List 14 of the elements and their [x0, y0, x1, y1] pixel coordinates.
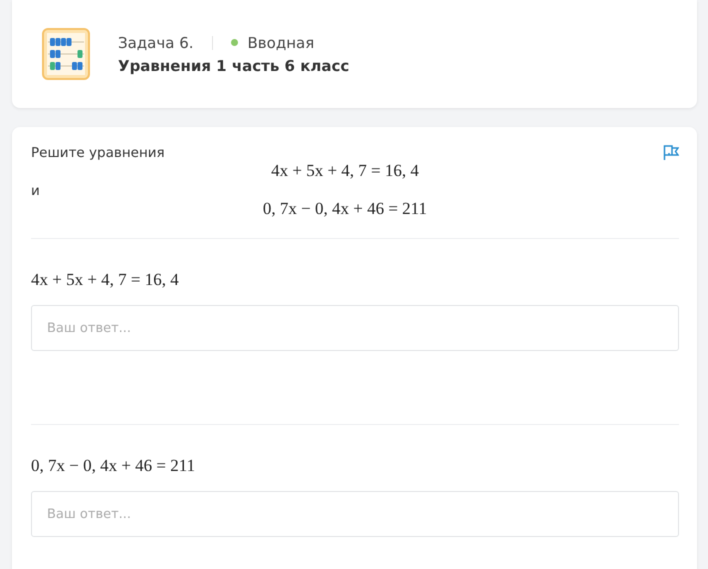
status-dot: [230, 39, 238, 46]
difficulty-level: Вводная: [248, 34, 314, 52]
task-title: Уравнения 1 часть 6 класс: [118, 56, 350, 74]
answer-field[interactable]: Ваш ответ...: [31, 305, 679, 351]
abacus-icon: [42, 28, 90, 80]
flag-icon[interactable]: [663, 145, 679, 160]
equation: 0, 7x − 0, 4x + 46 = 211: [262, 199, 428, 219]
problem-text: Решите уравнения: [31, 145, 165, 161]
task-number: Задача 6.: [118, 34, 194, 52]
equation: 4x + 5x + 4, 7 = 16, 4: [31, 270, 180, 290]
equation: 4x + 5x + 4, 7 = 16, 4: [270, 161, 420, 181]
problem-text: и: [31, 183, 40, 199]
equation: 0, 7x − 0, 4x + 46 = 211: [31, 456, 196, 476]
answer-field[interactable]: Ваш ответ...: [31, 491, 679, 537]
